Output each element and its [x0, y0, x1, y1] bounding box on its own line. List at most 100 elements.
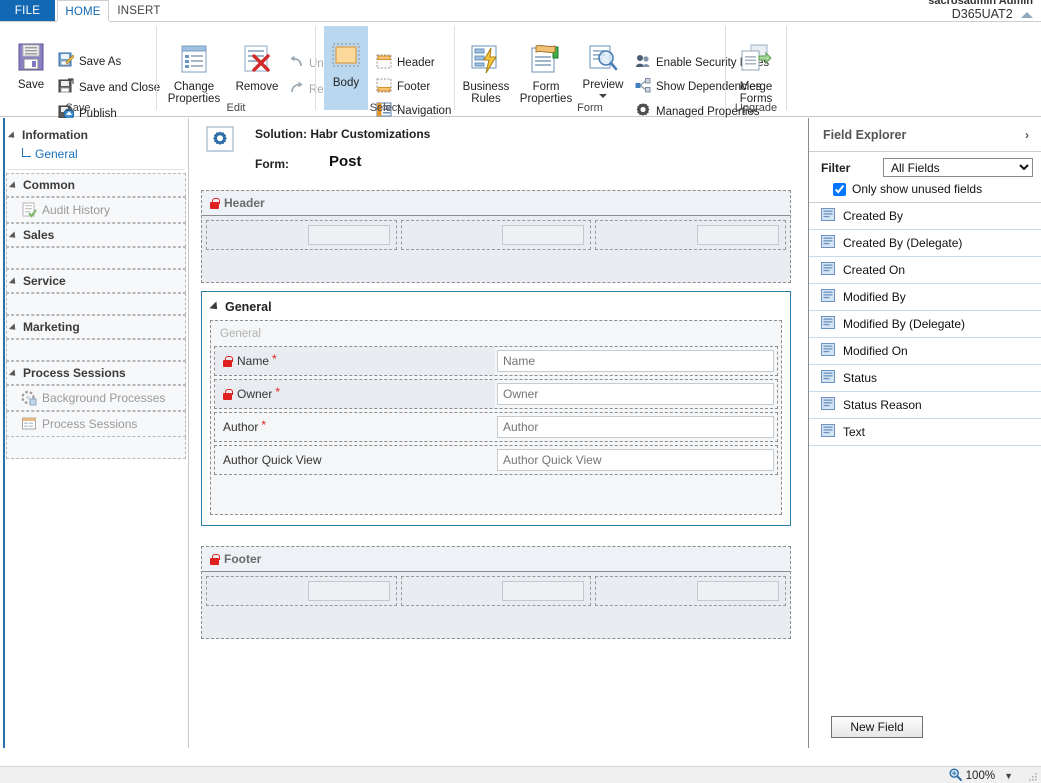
preview-button[interactable]: Preview: [579, 44, 627, 98]
nav-section-process-sessions[interactable]: Process Sessions: [6, 361, 186, 385]
footer-cell[interactable]: [595, 576, 786, 606]
field-icon: [821, 343, 835, 359]
form-header-section[interactable]: Header: [201, 190, 791, 283]
form-field-name-input[interactable]: [497, 350, 774, 372]
field-list-item[interactable]: Status Reason: [809, 392, 1041, 419]
save-button-label: Save: [18, 79, 44, 91]
footer-cell-control[interactable]: [502, 581, 584, 601]
field-list-item[interactable]: Modified On: [809, 338, 1041, 365]
merge-forms-button[interactable]: Merge Forms: [730, 44, 782, 105]
form-footer-section[interactable]: Footer: [201, 546, 791, 639]
field-list-item[interactable]: Created On: [809, 257, 1041, 284]
form-section-general-dropzone[interactable]: [214, 475, 778, 511]
form-section-general[interactable]: General Name *: [210, 320, 782, 515]
new-field-button[interactable]: New Field: [831, 716, 923, 738]
required-marker-icon: *: [261, 418, 266, 432]
nav-bottom-dropzone[interactable]: [6, 437, 186, 459]
business-rules-button[interactable]: Business Rules: [459, 44, 513, 105]
only-unused-fields-label[interactable]: Only show unused fields: [852, 182, 982, 196]
form-footer-cells: [202, 572, 790, 610]
nav-item-general[interactable]: General: [6, 146, 186, 166]
nav-item-process-sessions[interactable]: Process Sessions: [6, 411, 186, 437]
nav-section-sales-dropzone[interactable]: [6, 247, 186, 269]
save-button[interactable]: Save: [10, 40, 52, 91]
field-list-item[interactable]: Status: [809, 365, 1041, 392]
nav-section-information[interactable]: Information: [6, 124, 186, 146]
footer-cell[interactable]: [401, 576, 592, 606]
form-field-row-name[interactable]: Name *: [214, 346, 778, 376]
nav-section-marketing-dropzone[interactable]: [6, 339, 186, 361]
form-field-author-quick-view-input[interactable]: [497, 449, 774, 471]
resize-grip-icon[interactable]: [1028, 771, 1038, 781]
only-unused-fields-checkbox[interactable]: [833, 183, 846, 196]
caret-down-icon[interactable]: ▼: [1004, 771, 1013, 781]
field-explorer-title: Field Explorer: [823, 128, 906, 142]
footer-button[interactable]: Footer: [376, 78, 430, 96]
process-sessions-icon: [21, 416, 37, 432]
field-list-item[interactable]: Text: [809, 419, 1041, 446]
left-splitter[interactable]: [3, 118, 5, 748]
field-list-item[interactable]: Created By: [809, 203, 1041, 230]
tab-home[interactable]: HOME: [57, 0, 109, 22]
form-field-row-author[interactable]: Author *: [214, 412, 778, 442]
form-field-row-author-quick-view[interactable]: Author Quick View: [214, 445, 778, 475]
footer-cell-control[interactable]: [308, 581, 390, 601]
nav-section-sales[interactable]: Sales: [6, 223, 186, 247]
field-icon: [821, 370, 835, 386]
nav-section-marketing[interactable]: Marketing: [6, 315, 186, 339]
header-cell-control[interactable]: [308, 225, 390, 245]
footer-cell[interactable]: [206, 576, 397, 606]
tree-elbow-icon: [22, 148, 31, 157]
only-unused-fields-row: Only show unused fields: [809, 180, 1041, 203]
field-list-item[interactable]: Modified By: [809, 284, 1041, 311]
ribbon-separator: [786, 26, 787, 110]
header-cell-control[interactable]: [697, 225, 779, 245]
required-marker-icon: *: [275, 385, 280, 399]
form-field-owner-input[interactable]: [497, 383, 774, 405]
change-properties-icon: [177, 44, 211, 79]
field-list-item[interactable]: Modified By (Delegate): [809, 311, 1041, 338]
collapse-triangle-icon: [209, 301, 220, 312]
form-tab-general[interactable]: General General Name *: [201, 291, 791, 526]
lock-icon: [210, 198, 219, 209]
tab-file[interactable]: FILE: [0, 0, 55, 22]
nav-section-service-dropzone[interactable]: [6, 293, 186, 315]
field-explorer-panel: Field Explorer › Filter All Fields Only …: [808, 118, 1041, 748]
chevron-down-icon[interactable]: [599, 94, 607, 98]
header-cell[interactable]: [206, 220, 397, 250]
collapse-triangle-icon: [9, 181, 18, 190]
form-label: Form:: [255, 157, 289, 171]
zoom-control[interactable]: 100% ▼: [949, 768, 1013, 783]
form-properties-button[interactable]: Form Properties: [517, 44, 575, 105]
header-button[interactable]: Header: [376, 54, 435, 72]
header-cell[interactable]: [595, 220, 786, 250]
solution-icon: [205, 126, 235, 154]
field-list-item[interactable]: Created By (Delegate): [809, 230, 1041, 257]
nav-section-common[interactable]: Common: [6, 173, 186, 197]
remove-button[interactable]: Remove: [231, 44, 283, 93]
save-as-button[interactable]: Save As: [58, 52, 121, 71]
nav-item-background-processes[interactable]: Background Processes: [6, 385, 186, 411]
form-field-name-label-cell: Name *: [215, 347, 495, 375]
save-and-close-button[interactable]: Save and Close: [58, 78, 160, 97]
footer-cell-control[interactable]: [697, 581, 779, 601]
ribbon-group-select: Body Header Footer: [316, 22, 454, 116]
header-cell-control[interactable]: [502, 225, 584, 245]
nav-item-audit-history[interactable]: Audit History: [6, 197, 186, 223]
ribbon-group-form-label: Form: [455, 102, 725, 114]
form-field-row-owner[interactable]: Owner *: [214, 379, 778, 409]
form-field-owner-label: Owner: [237, 387, 272, 401]
chevron-right-icon[interactable]: ›: [1025, 128, 1029, 142]
form-field-author-quick-view-label: Author Quick View: [223, 453, 322, 467]
collapse-triangle-icon: [9, 369, 18, 378]
nav-section-service[interactable]: Service: [6, 269, 186, 293]
home-icon[interactable]: [1021, 10, 1033, 20]
header-section-padding: [202, 254, 790, 282]
change-properties-button[interactable]: Change Properties: [163, 44, 225, 105]
filter-select[interactable]: All Fields: [883, 158, 1033, 177]
body-button[interactable]: Body: [324, 26, 368, 110]
header-cell[interactable]: [401, 220, 592, 250]
form-field-author-input[interactable]: [497, 416, 774, 438]
tab-insert[interactable]: INSERT: [111, 0, 167, 22]
nav-section-process-sessions-head: Process Sessions: [7, 362, 185, 384]
